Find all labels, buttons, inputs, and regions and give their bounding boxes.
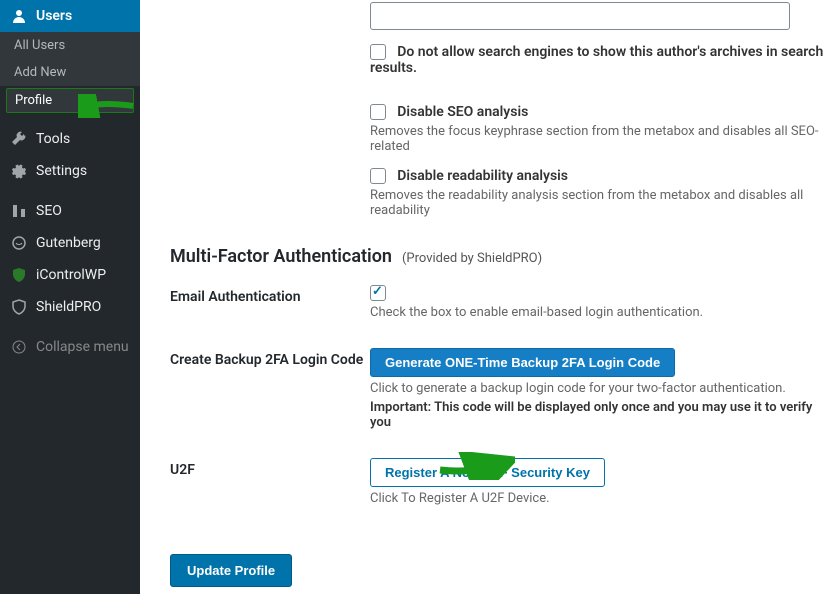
sidebar-collapse[interactable]: Collapse menu — [0, 331, 140, 363]
mfa-section-header: Multi-Factor Authentication (Provided by… — [170, 246, 833, 267]
sidebar-item-settings[interactable]: Settings — [0, 155, 140, 187]
sidebar-label: Users — [36, 8, 72, 24]
sidebar-sub-profile[interactable]: Profile — [6, 88, 134, 113]
sidebar-label: Collapse menu — [36, 339, 129, 355]
collapse-icon — [10, 339, 28, 355]
email-auth-help: Check the box to enable email-based logi… — [370, 305, 833, 320]
sidebar-sub-all-users[interactable]: All Users — [0, 32, 140, 59]
profile-main: Do not allow search engines to show this… — [140, 0, 833, 594]
disable-seo-label: Disable SEO analysis — [397, 104, 528, 120]
disable-seo-checkbox[interactable] — [370, 104, 386, 120]
sidebar-item-seo[interactable]: SEO — [0, 195, 140, 227]
sidebar-item-tools[interactable]: Tools — [0, 123, 140, 155]
sidebar-item-icontrolwp[interactable]: iControlWP — [0, 259, 140, 291]
user-icon — [10, 8, 28, 24]
seo-icon — [10, 203, 28, 219]
search-engines-checkbox[interactable] — [370, 44, 386, 60]
register-u2f-button[interactable]: Register A New U2F Security Key — [370, 458, 605, 487]
gear-icon — [10, 163, 28, 179]
generate-backup-button[interactable]: Generate ONE-Time Backup 2FA Login Code — [370, 348, 675, 377]
sidebar-label: Gutenberg — [36, 235, 101, 251]
wrench-icon — [10, 131, 28, 147]
backup-important: Important: This code will be displayed o… — [370, 400, 833, 430]
u2f-help: Click To Register A U2F Device. — [370, 491, 833, 506]
gutenberg-icon — [10, 235, 28, 251]
sidebar-item-shieldpro[interactable]: ShieldPRO — [0, 291, 140, 323]
search-engines-label: Do not allow search engines to show this… — [370, 44, 823, 76]
u2f-label: U2F — [170, 458, 370, 478]
sidebar-label: SEO — [36, 203, 62, 219]
sidebar-label: iControlWP — [36, 267, 106, 283]
shield-icon — [10, 299, 28, 315]
text-input[interactable] — [370, 2, 790, 30]
email-auth-checkbox[interactable] — [370, 285, 386, 301]
mfa-title: Multi-Factor Authentication — [170, 246, 392, 267]
sidebar-item-gutenberg[interactable]: Gutenberg — [0, 227, 140, 259]
backup-help: Click to generate a backup login code fo… — [370, 381, 833, 396]
backup-code-label: Create Backup 2FA Login Code — [170, 348, 370, 368]
disable-seo-help: Removes the focus keyphrase section from… — [370, 124, 833, 154]
sidebar-label: Tools — [36, 131, 70, 147]
disable-readability-checkbox[interactable] — [370, 168, 386, 184]
disable-readability-help: Removes the readability analysis section… — [370, 188, 833, 218]
update-profile-button[interactable]: Update Profile — [170, 554, 292, 587]
mfa-provided: (Provided by ShieldPRO) — [402, 251, 542, 266]
disable-readability-label: Disable readability analysis — [397, 168, 568, 184]
email-auth-label: Email Authentication — [170, 285, 370, 305]
shield-green-icon — [10, 267, 28, 283]
sidebar-item-users[interactable]: Users — [0, 0, 140, 32]
sidebar-sub-add-new[interactable]: Add New — [0, 59, 140, 86]
sidebar-label: ShieldPRO — [36, 299, 101, 315]
sidebar-label: Settings — [36, 163, 87, 179]
admin-sidebar: Users All Users Add New Profile Tools Se… — [0, 0, 140, 594]
